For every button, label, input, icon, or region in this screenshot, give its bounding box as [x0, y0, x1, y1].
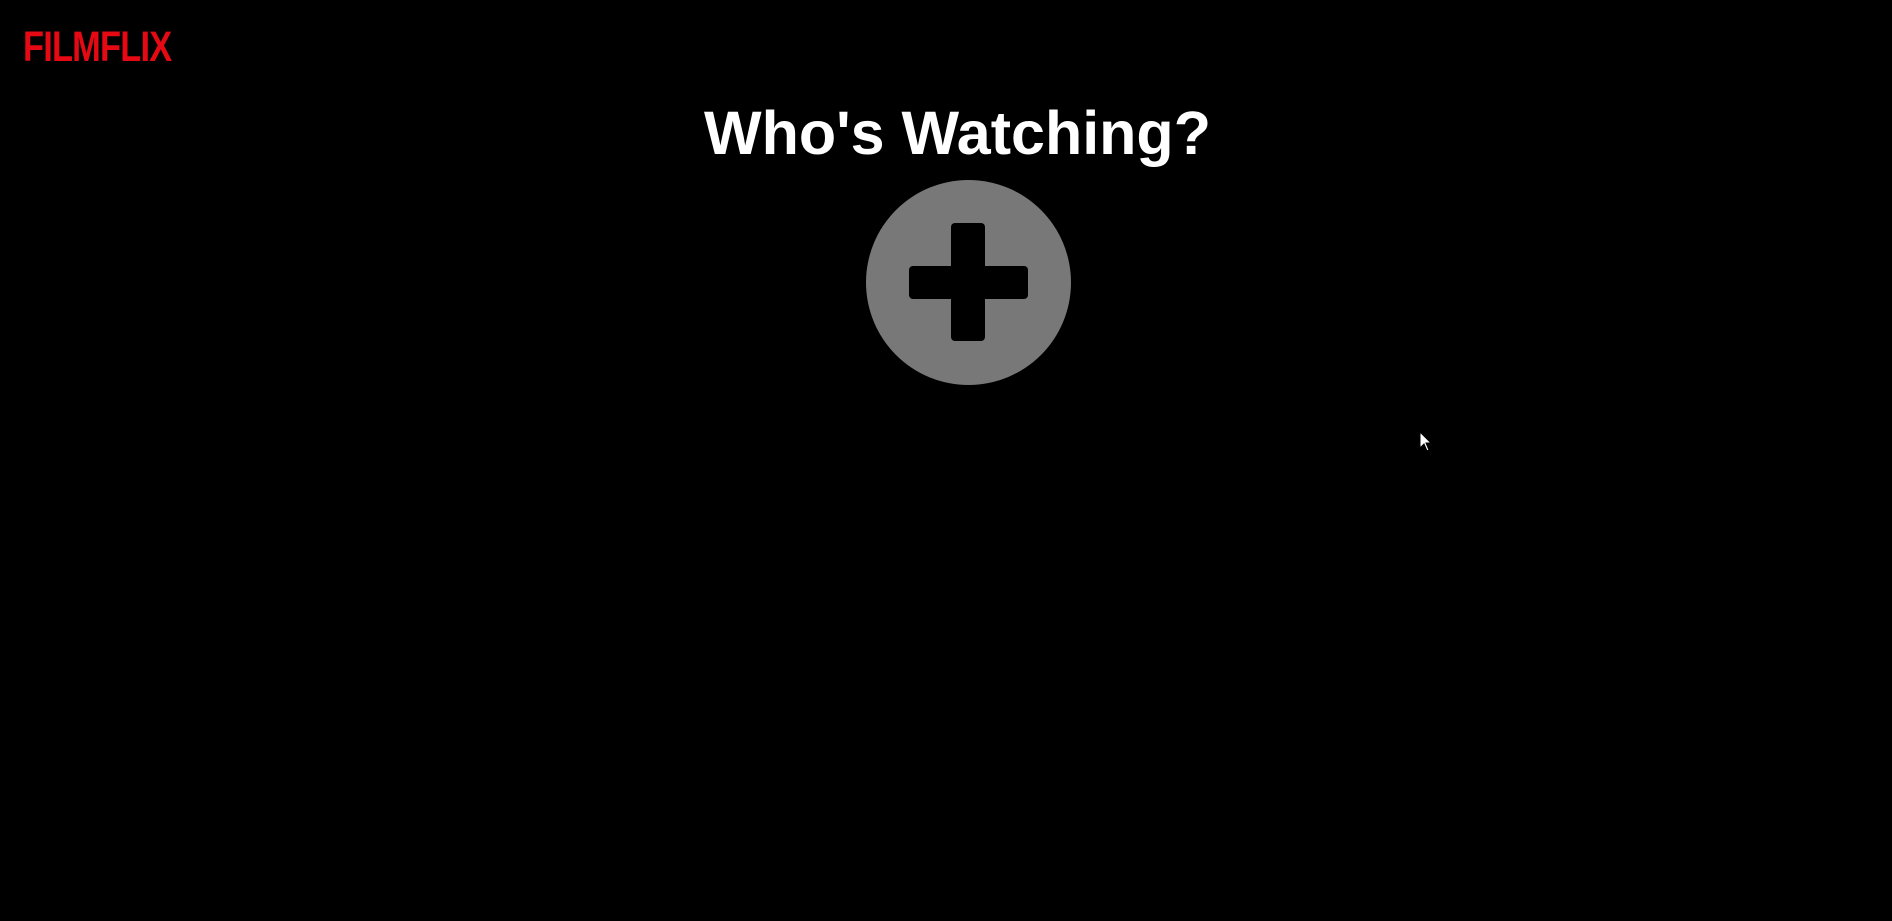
filmflix-logo[interactable]: FILMFLIX [23, 26, 172, 69]
mouse-cursor-icon [1419, 431, 1433, 452]
plus-icon [909, 223, 1028, 341]
page-title: Who's Watching? [704, 99, 1211, 167]
add-profile-button[interactable] [866, 180, 1071, 385]
profile-select-page: FILMFLIX Who's Watching? [0, 0, 1892, 921]
